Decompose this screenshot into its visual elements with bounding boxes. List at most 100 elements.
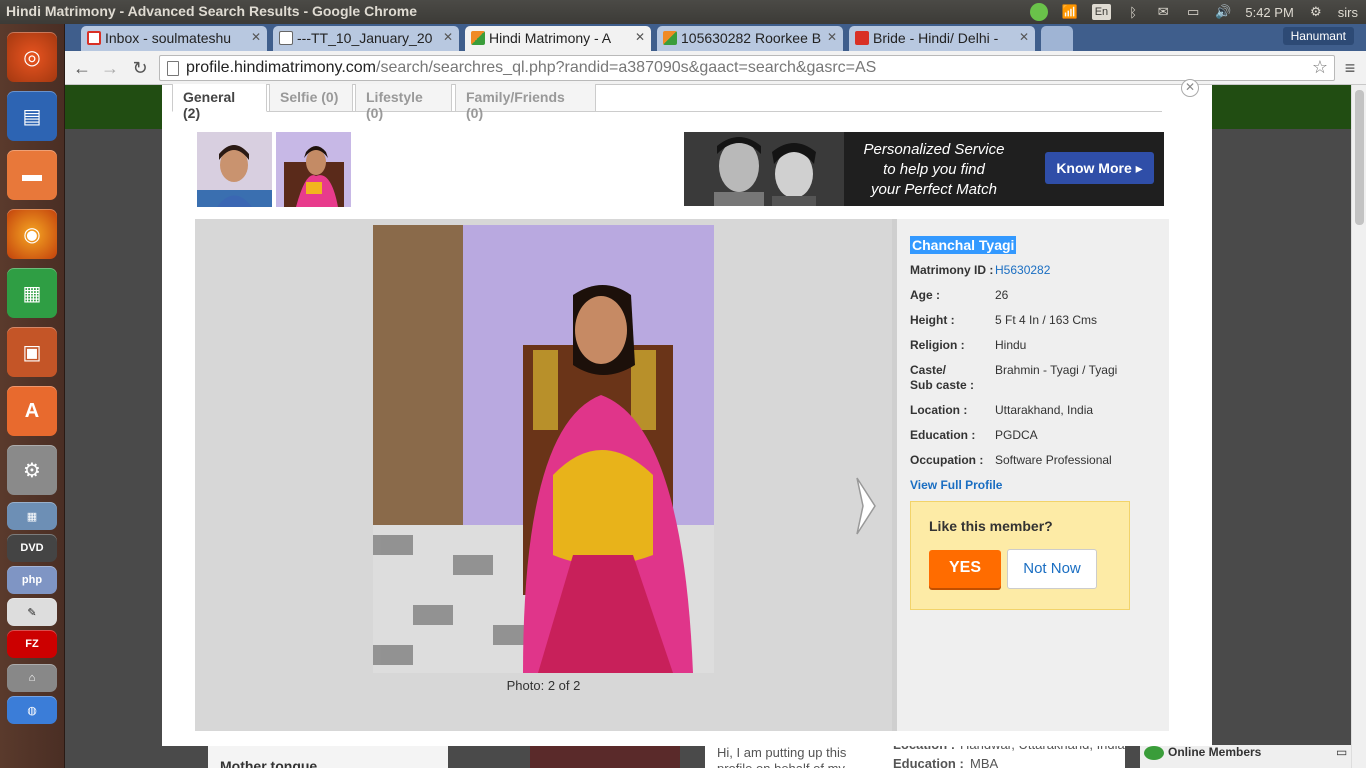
address-bar[interactable]: profile.hindimatrimony.com/search/search… <box>159 55 1335 81</box>
detail-label: Education : <box>910 428 976 442</box>
url-path: /search/searchres_ql.php?randid=a387090s… <box>376 59 877 76</box>
yes-button[interactable]: YES <box>929 550 1001 588</box>
detail-label: Matrimony ID : <box>910 263 994 277</box>
detail-label: Occupation : <box>910 453 984 467</box>
tab-family-friends[interactable]: Family/Friends (0) <box>455 84 596 121</box>
page-icon <box>167 61 179 76</box>
filezilla-icon[interactable]: FZ <box>7 630 57 658</box>
chrome-profile[interactable]: Hanumant <box>1282 27 1354 45</box>
detail-value: Hindu <box>995 338 1027 352</box>
main-photo[interactable] <box>373 225 714 673</box>
top-panel: Hindi Matrimony - Advanced Search Result… <box>0 0 1366 24</box>
tab-selfie[interactable]: Selfie (0) <box>269 84 353 112</box>
firefox-icon[interactable]: ◉ <box>7 209 57 259</box>
close-tab-icon[interactable]: ✕ <box>251 30 261 44</box>
gmail-icon <box>87 31 101 45</box>
close-tab-icon[interactable]: ✕ <box>1019 30 1029 44</box>
tab-label: Bride - Hindi/ Delhi - <box>873 30 999 46</box>
tab-roorkee[interactable]: 105630282 Roorkee B ✕ <box>657 26 843 51</box>
close-tab-icon[interactable]: ✕ <box>827 30 837 44</box>
like-member-box: Like this member? YES Not Now <box>910 501 1130 610</box>
next-photo-icon[interactable] <box>853 474 879 538</box>
matrimony-id-link[interactable]: H5630282 <box>995 263 1165 277</box>
messaging-icon[interactable] <box>1029 3 1048 21</box>
close-tab-icon[interactable]: ✕ <box>443 30 453 44</box>
tab-label: Inbox - soulmateshu <box>105 30 232 46</box>
volume-icon[interactable]: 🔊 <box>1215 4 1231 20</box>
tab-document[interactable]: ---TT_10_January_20 ✕ <box>273 26 459 51</box>
mail-icon[interactable]: ✉ <box>1155 4 1171 20</box>
photo-thumbnail-1[interactable] <box>197 132 272 207</box>
detail-label: Height : <box>910 313 955 327</box>
detail-label: Age : <box>910 288 940 302</box>
close-tab-icon[interactable]: ✕ <box>635 30 645 44</box>
like-question: Like this member? <box>929 518 1053 534</box>
bluetooth-icon[interactable]: ᛒ <box>1125 4 1141 20</box>
tab-lifestyle[interactable]: Lifestyle (0) <box>355 84 452 121</box>
detail-value: Software Professional <box>995 453 1112 467</box>
detail-value: Brahmin - Tyagi / Tyagi <box>995 363 1118 377</box>
workspaces-icon[interactable]: ▦ <box>7 502 57 530</box>
files-icon[interactable]: ▬ <box>7 150 57 200</box>
browser-toolbar: ← → ↻ profile.hindimatrimony.com/search/… <box>65 51 1366 85</box>
url-host: profile.hindimatrimony.com <box>186 59 376 76</box>
profile-modal: ✕ General (2) Selfie (0) Lifestyle (0) F… <box>162 79 1212 746</box>
tab-gmail[interactable]: Inbox - soulmateshu ✕ <box>81 26 267 51</box>
wifi-icon[interactable]: 📶 <box>1062 4 1078 20</box>
software-center-icon[interactable]: A <box>7 386 57 436</box>
member-snippet-row: Hi, I am putting up this profile on beha… <box>705 737 1125 768</box>
user-name[interactable]: sirs <box>1338 4 1358 20</box>
member-snippet: Hi, I am putting up this profile on beha… <box>717 745 847 768</box>
chat-icon <box>1144 746 1164 760</box>
clock[interactable]: 5:42 PM <box>1245 4 1293 20</box>
chrome-icon[interactable]: ◍ <box>7 696 57 724</box>
forward-icon[interactable]: → <box>99 57 121 79</box>
reload-icon[interactable]: ↻ <box>129 57 151 79</box>
profile-details: Chanchal Tyagi Matrimony ID : H5630282 A… <box>892 219 1169 731</box>
system-settings-icon[interactable]: ⚙ <box>7 445 57 495</box>
close-icon[interactable]: ✕ <box>1181 79 1199 97</box>
new-tab-button[interactable] <box>1041 26 1073 51</box>
libreoffice-writer-icon[interactable]: ▤ <box>7 91 57 141</box>
menu-icon[interactable]: ≡ <box>1339 57 1361 79</box>
scrollbar-thumb[interactable] <box>1355 90 1364 225</box>
personalized-service-banner[interactable]: Personalized Service to help you find yo… <box>684 132 1164 206</box>
mother-tongue-label: Mother tongue <box>220 758 318 768</box>
network-icon[interactable]: ⌂ <box>7 664 57 692</box>
detail-value: 5 Ft 4 In / 163 Cms <box>995 313 1098 327</box>
matrimony-icon <box>663 31 677 45</box>
tab-bride-hindi[interactable]: Bride - Hindi/ Delhi - ✕ <box>849 26 1035 51</box>
gear-icon[interactable]: ⚙ <box>1308 4 1324 20</box>
php-icon[interactable]: php <box>7 566 57 594</box>
battery-icon[interactable]: ▭ <box>1185 4 1201 20</box>
photo-caption: Photo: 2 of 2 <box>506 678 581 693</box>
libreoffice-calc-icon[interactable]: ▦ <box>7 268 57 318</box>
dvd-icon[interactable]: DVD <box>7 534 57 562</box>
shaadi-icon <box>855 31 869 45</box>
view-full-profile-link[interactable]: View Full Profile <box>910 478 1002 492</box>
detail-value: PGDCA <box>995 428 1038 442</box>
libreoffice-impress-icon[interactable]: ▣ <box>7 327 57 377</box>
member-thumbnail[interactable] <box>530 745 680 768</box>
profile-name[interactable]: Chanchal Tyagi <box>910 236 1017 254</box>
banner-line-1: Personalized Service <box>863 141 1005 158</box>
ubuntu-dash-icon[interactable]: ◎ <box>7 32 57 82</box>
minimize-icon[interactable]: ▭ <box>1336 745 1347 759</box>
not-now-button[interactable]: Not Now <box>1007 549 1097 589</box>
know-more-button[interactable]: Know More ▸ <box>1045 152 1154 184</box>
back-icon[interactable]: ← <box>71 57 93 79</box>
keyboard-indicator[interactable]: En <box>1091 4 1112 20</box>
photo-thumbnail-2[interactable] <box>276 132 351 207</box>
banner-line-3: your Perfect Match <box>871 181 997 198</box>
tab-general[interactable]: General (2) <box>172 84 267 121</box>
detail-value: 26 <box>995 288 1009 302</box>
online-members-bar[interactable]: Online Members ▭ <box>1140 745 1351 768</box>
bookmark-star-icon[interactable]: ☆ <box>1312 57 1328 78</box>
tab-hindi-matrimony[interactable]: Hindi Matrimony - A ✕ <box>465 26 651 52</box>
launcher: ◎ ▤ ▬ ◉ ▦ ▣ A ⚙ ▦ DVD php ✎ FZ ⌂ ◍ <box>0 24 65 768</box>
bg-education-value: MBA <box>970 756 999 768</box>
inkscape-icon[interactable]: ✎ <box>7 598 57 626</box>
tab-label: ---TT_10_January_20 <box>297 30 433 46</box>
page-scrollbar[interactable] <box>1351 85 1366 768</box>
couple-image <box>684 132 844 206</box>
